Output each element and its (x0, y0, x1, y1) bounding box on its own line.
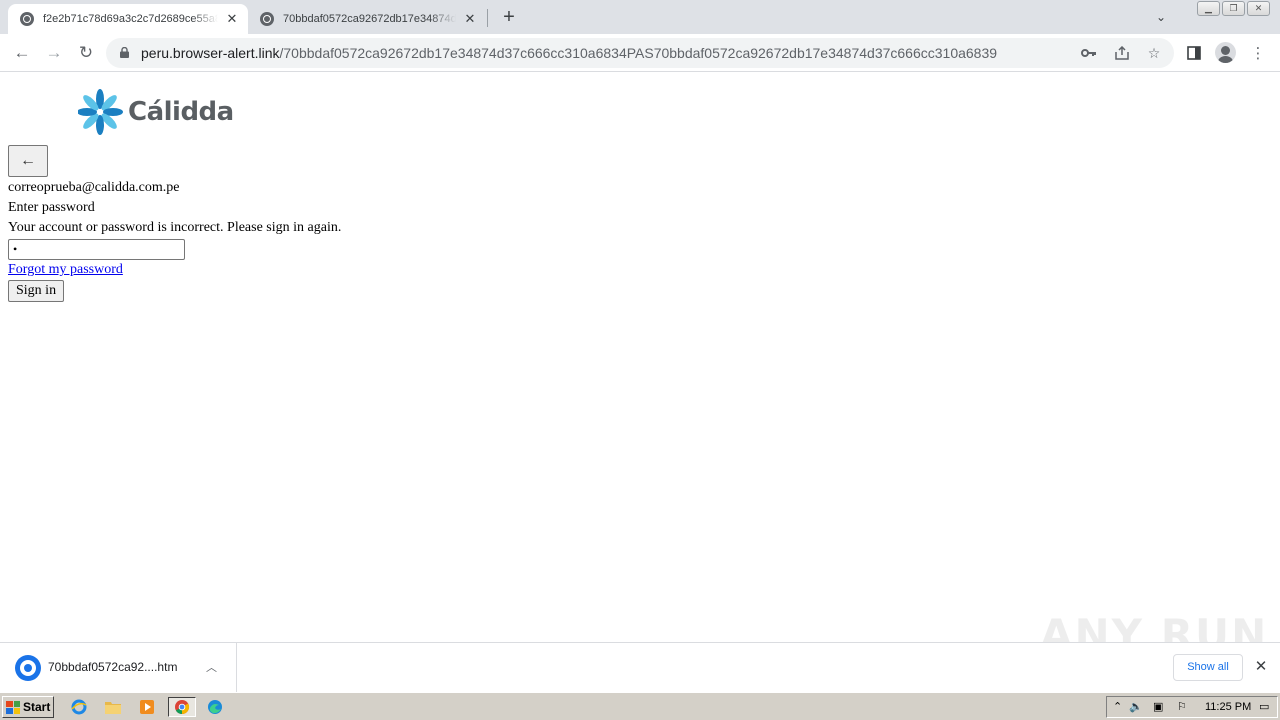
arrow-right-icon[interactable]: → (40, 39, 68, 67)
edge-file-icon (15, 655, 41, 681)
password-input[interactable]: • (8, 239, 185, 260)
logo-wordmark: Cálidda (128, 97, 234, 127)
ie-icon[interactable] (68, 697, 90, 717)
calidda-logo: Cálidda (78, 88, 234, 136)
forgot-password-link[interactable]: Forgot my password (8, 262, 123, 278)
windows-taskbar: Start ⌃ 🔈 ▣ ⚐ 11:25 PM ▭ (0, 692, 1280, 720)
url-host: peru.browser-alert.link (141, 45, 280, 61)
chevron-down-icon[interactable]: ⌄ (1150, 6, 1172, 28)
network-icon[interactable]: ▣ (1153, 700, 1163, 713)
back-button[interactable]: ← (8, 145, 48, 177)
clock: 11:25 PM (1205, 701, 1252, 713)
arrow-left-icon[interactable]: ← (8, 39, 36, 67)
url-path: /70bbdaf0572ca92672db17e34874d37c666cc31… (279, 45, 998, 61)
account-email: correoprueba@calidda.com.pe (8, 180, 180, 195)
start-button[interactable]: Start (2, 696, 54, 718)
download-item[interactable]: 70bbdaf0572ca92....htm ︿ (0, 643, 237, 692)
more-vert-icon[interactable]: ⋮ (1248, 43, 1268, 63)
close-tab-icon[interactable]: ✕ (224, 11, 240, 27)
edge-icon[interactable] (204, 697, 226, 717)
profile-avatar-icon[interactable] (1215, 42, 1236, 63)
volume-icon[interactable]: 🔈 (1129, 700, 1143, 713)
windows-flag-icon (6, 700, 20, 714)
chrome-icon[interactable] (168, 697, 196, 717)
system-tray: ⌃ 🔈 ▣ ⚐ 11:25 PM ▭ (1106, 696, 1278, 718)
tab-inactive[interactable]: 70bbdaf0572ca92672db17e34874d37c ✕ (248, 4, 486, 34)
folder-icon[interactable] (102, 697, 124, 717)
minimize-icon[interactable]: ▁ (1197, 1, 1220, 16)
start-label: Start (23, 700, 51, 714)
restore-icon[interactable]: ❐ (1222, 1, 1245, 16)
share-icon[interactable] (1114, 45, 1130, 61)
chevron-up-icon[interactable]: ⌃ (1113, 700, 1122, 713)
close-icon[interactable]: ✕ (1252, 658, 1270, 676)
show-all-button[interactable]: Show all (1173, 654, 1243, 681)
url-text: peru.browser-alert.link/70bbdaf0572ca926… (141, 45, 997, 61)
download-bar: 70bbdaf0572ca92....htm ︿ Show all ✕ (0, 642, 1280, 692)
tab-title: 70bbdaf0572ca92672db17e34874d37c (283, 13, 456, 25)
side-panel-icon[interactable] (1184, 43, 1204, 63)
show-desktop-icon[interactable]: ▭ (1259, 700, 1269, 713)
close-window-icon[interactable]: ✕ (1247, 1, 1270, 16)
tab-strip: f2e2b71c78d69a3c2c7d2689ce55a8 ✕ 70bbdaf… (0, 0, 1280, 34)
address-bar[interactable]: peru.browser-alert.link/70bbdaf0572ca926… (106, 38, 1174, 68)
tab-active[interactable]: f2e2b71c78d69a3c2c7d2689ce55a8 ✕ (8, 4, 248, 34)
lock-icon (120, 47, 129, 58)
reload-icon[interactable]: ↻ (72, 39, 100, 67)
key-icon[interactable] (1081, 45, 1097, 61)
error-message: Your account or password is incorrect. P… (8, 220, 342, 235)
arrow-left-icon: ← (20, 152, 36, 169)
close-tab-icon[interactable]: ✕ (462, 11, 478, 27)
window-controls: ▁ ❐ ✕ (1195, 1, 1270, 16)
tab-title: f2e2b71c78d69a3c2c7d2689ce55a8 (43, 13, 218, 25)
globe-icon (260, 12, 274, 26)
sign-in-button[interactable]: Sign in (8, 280, 65, 302)
flag-icon[interactable]: ⚐ (1177, 700, 1187, 713)
plus-icon[interactable]: + (498, 6, 520, 28)
tab-divider (487, 9, 488, 27)
page-heading: Enter password (8, 200, 95, 215)
chevron-up-icon[interactable]: ︿ (206, 659, 217, 675)
globe-icon (20, 12, 34, 26)
star-icon[interactable]: ☆ (1146, 45, 1162, 61)
password-value: • (13, 242, 18, 256)
download-filename: 70bbdaf0572ca92....htm (48, 660, 178, 674)
media-player-icon[interactable] (136, 697, 158, 717)
browser-toolbar: ← → ↻ peru.browser-alert.link/70bbdaf057… (0, 34, 1280, 72)
page-content: Cálidda ← correoprueba@calidda.com.pe En… (0, 72, 1280, 642)
flower-logo-icon (78, 89, 123, 135)
